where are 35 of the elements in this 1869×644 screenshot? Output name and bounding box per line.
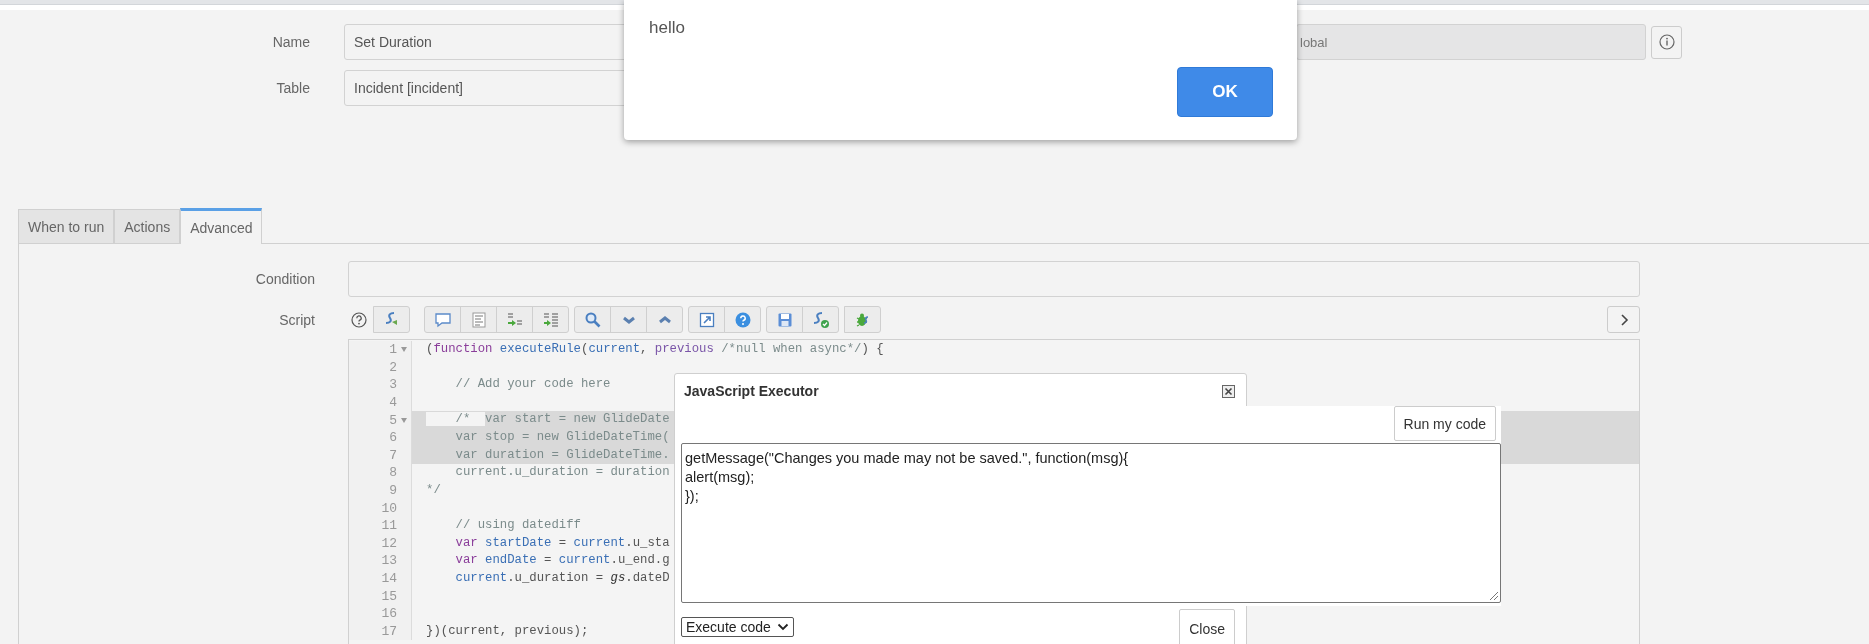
code-line: (function executeRule(current, previous /*null when async*/) { — [426, 341, 884, 358]
line-number: 8 — [389, 465, 397, 481]
line-number: 12 — [381, 535, 397, 551]
line-number: 2 — [389, 359, 397, 375]
line-number: 14 — [381, 571, 397, 586]
code-line: })(current, previous); — [426, 622, 589, 640]
code-line: var endDate = current.u_end.g — [454, 552, 670, 570]
line-number: 3 — [389, 377, 397, 393]
field-label: Condition — [254, 271, 315, 287]
code-line: var duration = GlideDateTime. — [454, 446, 670, 464]
line-number: 7 — [389, 447, 397, 463]
line-number: 10 — [381, 500, 397, 516]
field-label: Name — [271, 34, 310, 50]
code-line: var stop = new GlideDateTime( — [454, 428, 670, 446]
code-line: // using datediff — [454, 516, 581, 534]
code-line: current.u_duration = duration — [454, 464, 670, 482]
line-number: 15 — [381, 588, 397, 604]
line-number: 9 — [389, 483, 397, 499]
line-number: 13 — [381, 553, 397, 569]
line-number: 6 — [389, 430, 397, 446]
line-number: 16 — [381, 606, 397, 622]
line-number: 1 — [389, 342, 397, 358]
code-line: current.u_duration = gs.dateD — [454, 569, 670, 587]
code-line: // Add your code here — [454, 376, 611, 394]
code-line: var startDate = current.u_sta — [454, 534, 670, 552]
field-label: Table — [275, 80, 310, 96]
code-line: */ — [426, 481, 441, 499]
line-number: 17 — [381, 623, 397, 639]
line-number: 5 — [389, 412, 397, 428]
dialog-title: JavaScript Executor — [684, 383, 819, 399]
code-line: /* var start = new GlideDate — [426, 411, 670, 429]
field-label: Script — [278, 311, 315, 328]
alert-message: hello — [649, 18, 685, 38]
line-number: 11 — [381, 518, 397, 534]
line-number: 4 — [389, 395, 397, 411]
